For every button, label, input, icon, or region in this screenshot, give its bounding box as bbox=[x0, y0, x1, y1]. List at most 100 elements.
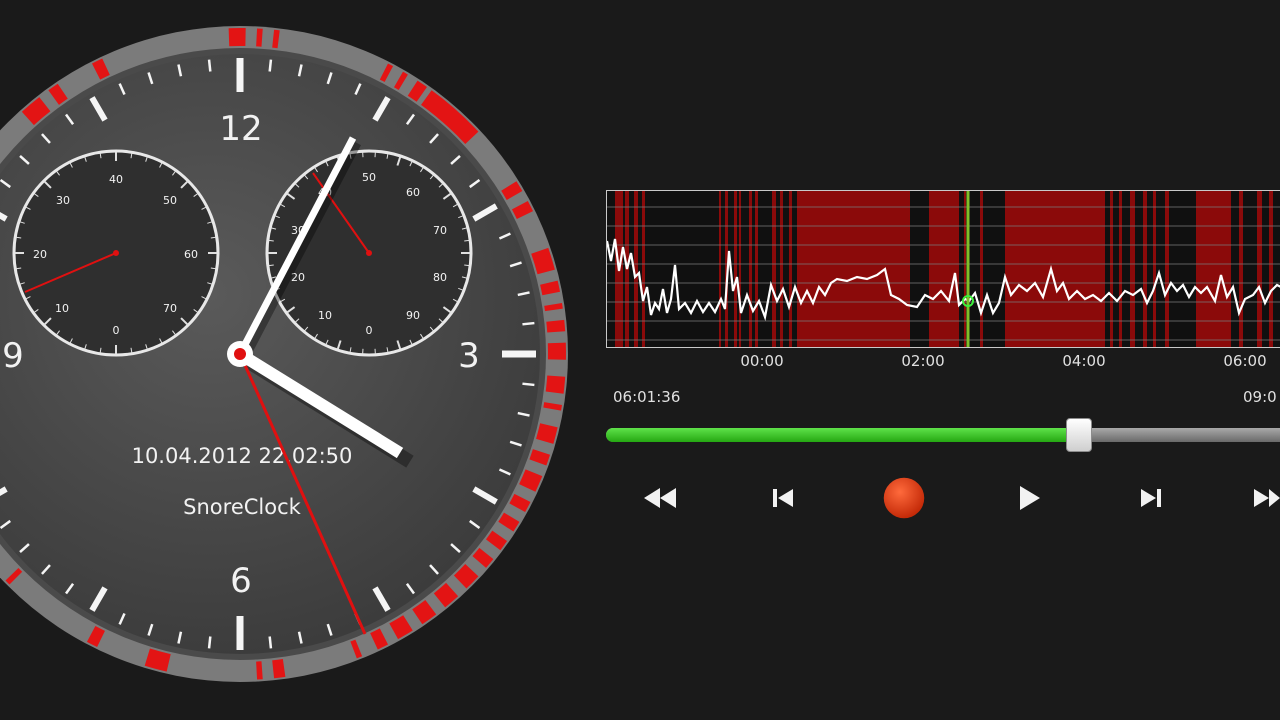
dial-left-40: 40 bbox=[109, 173, 123, 186]
minute-tick-14 bbox=[522, 321, 535, 326]
bezel-mark-19 bbox=[509, 493, 531, 513]
snore-band-26 bbox=[1257, 191, 1262, 347]
bezel-mark-5 bbox=[407, 80, 427, 102]
bezel-mark-39 bbox=[91, 58, 110, 80]
bezel-mark-32 bbox=[86, 625, 106, 648]
dial-left-30: 30 bbox=[56, 194, 70, 207]
dial-right-60: 60 bbox=[406, 186, 420, 199]
record-button[interactable] bbox=[882, 476, 926, 520]
bezel-mark-12 bbox=[546, 319, 566, 333]
numeral-12: 12 bbox=[219, 109, 262, 149]
time-label-0600: 06:00 bbox=[1223, 352, 1267, 370]
dial-left-60: 60 bbox=[184, 248, 198, 261]
snore-band-11 bbox=[780, 191, 783, 347]
snore-band-16 bbox=[980, 191, 983, 347]
minute-tick-16 bbox=[522, 382, 535, 387]
progress-fill bbox=[606, 428, 1080, 442]
time-label-0000: 00:00 bbox=[740, 352, 784, 370]
bezel-mark-38 bbox=[48, 83, 68, 105]
right-dial-ticks-tick-26 bbox=[268, 239, 274, 242]
numeral-6: 6 bbox=[230, 561, 252, 601]
snore-band-14 bbox=[929, 191, 959, 347]
dial-right-50: 50 bbox=[362, 171, 376, 184]
skip-next-button[interactable] bbox=[1130, 476, 1174, 520]
dial-left-50: 50 bbox=[163, 194, 177, 207]
right-dial-ticks-tick-24 bbox=[268, 264, 274, 267]
snore-band-21 bbox=[1143, 191, 1147, 347]
end-time: 09:0 bbox=[1243, 388, 1277, 406]
dial-left-10: 10 bbox=[55, 302, 69, 315]
bezel-mark-8 bbox=[511, 200, 534, 220]
snore-band-4 bbox=[719, 191, 721, 347]
bezel-mark-3 bbox=[379, 63, 394, 83]
bezel-mark-29 bbox=[272, 658, 286, 679]
fast-forward-button[interactable] bbox=[1250, 476, 1280, 520]
snore-band-22 bbox=[1153, 191, 1156, 347]
clock-bezel bbox=[0, 26, 568, 682]
bezel-mark-33 bbox=[5, 567, 23, 585]
right-dial-ticks-tick-1 bbox=[464, 264, 470, 267]
bezel-mark-37 bbox=[21, 97, 51, 126]
snore-band-8 bbox=[749, 191, 752, 347]
minute-tick-29 bbox=[268, 636, 273, 649]
time-label-0400: 04:00 bbox=[1062, 352, 1106, 370]
minute-tick-1 bbox=[268, 59, 273, 72]
dial-left-70: 70 bbox=[163, 302, 177, 315]
clock-face: 0 10 20 30 40 50 60 70 0 10 20 30 40 50 … bbox=[0, 0, 600, 720]
numeral-3: 3 bbox=[458, 336, 480, 376]
bezel-mark-15 bbox=[543, 402, 562, 411]
bezel-mark-25 bbox=[412, 599, 437, 625]
dial-right-10: 10 bbox=[318, 309, 332, 322]
clock-datetime: 10.04.2012 22.02:50 bbox=[132, 444, 353, 468]
bezel-mark-26 bbox=[389, 615, 413, 640]
snore-band-17 bbox=[1005, 191, 1105, 347]
minute-tick-59 bbox=[207, 59, 212, 72]
bezel-mark-18 bbox=[519, 469, 543, 492]
bezel-mark-24 bbox=[433, 582, 459, 608]
time-label-0200: 02:00 bbox=[901, 352, 945, 370]
snore-band-3 bbox=[642, 191, 645, 347]
rewind-button[interactable] bbox=[638, 476, 682, 520]
skip-next-icon bbox=[1141, 489, 1161, 507]
snore-band-1 bbox=[625, 191, 629, 347]
right-dial-ticks-tick-49 bbox=[464, 239, 470, 242]
progress-slider[interactable] bbox=[606, 418, 1280, 452]
dial-left-20: 20 bbox=[33, 248, 47, 261]
bezel-mark-11 bbox=[544, 303, 563, 312]
dial-left-0: 0 bbox=[113, 324, 120, 337]
fast-forward-icon bbox=[1254, 489, 1280, 507]
skip-previous-button[interactable] bbox=[760, 476, 804, 520]
position-time: 06:01:36 bbox=[613, 388, 681, 406]
bezel-mark-10 bbox=[540, 280, 561, 296]
snore-band-13 bbox=[797, 191, 910, 347]
snore-band-6 bbox=[734, 191, 737, 347]
dial-right-0: 0 bbox=[366, 324, 373, 337]
bezel-mark-21 bbox=[485, 530, 508, 551]
dial-right-70: 70 bbox=[433, 224, 447, 237]
numeral-9: 9 bbox=[2, 336, 24, 376]
minute-tick-31 bbox=[207, 636, 212, 649]
bezel-mark-20 bbox=[498, 512, 520, 532]
bezel-mark-28 bbox=[350, 639, 363, 659]
snore-band-10 bbox=[772, 191, 776, 347]
snore-band-7 bbox=[739, 191, 741, 347]
play-button[interactable] bbox=[1006, 476, 1050, 520]
clock-dial: 0 10 20 30 40 50 60 70 0 10 20 30 40 50 … bbox=[0, 26, 568, 682]
dial-right-90: 90 bbox=[406, 309, 420, 322]
record-icon bbox=[883, 477, 925, 519]
bezel-mark-23 bbox=[453, 564, 479, 589]
snore-graph-plot bbox=[607, 191, 1280, 347]
snore-band-24 bbox=[1196, 191, 1231, 347]
snore-bands bbox=[615, 191, 1273, 347]
snore-band-9 bbox=[755, 191, 758, 347]
bezel-mark-31 bbox=[144, 648, 171, 672]
snore-band-23 bbox=[1165, 191, 1169, 347]
bezel-mark-16 bbox=[536, 423, 558, 444]
bezel-mark-27 bbox=[370, 628, 389, 650]
bezel-mark-22 bbox=[472, 547, 494, 568]
snore-band-27 bbox=[1269, 191, 1273, 347]
progress-thumb[interactable] bbox=[1066, 418, 1093, 452]
snore-graph[interactable] bbox=[606, 190, 1280, 348]
bezel-mark-9 bbox=[531, 247, 555, 275]
play-icon bbox=[1020, 486, 1040, 510]
